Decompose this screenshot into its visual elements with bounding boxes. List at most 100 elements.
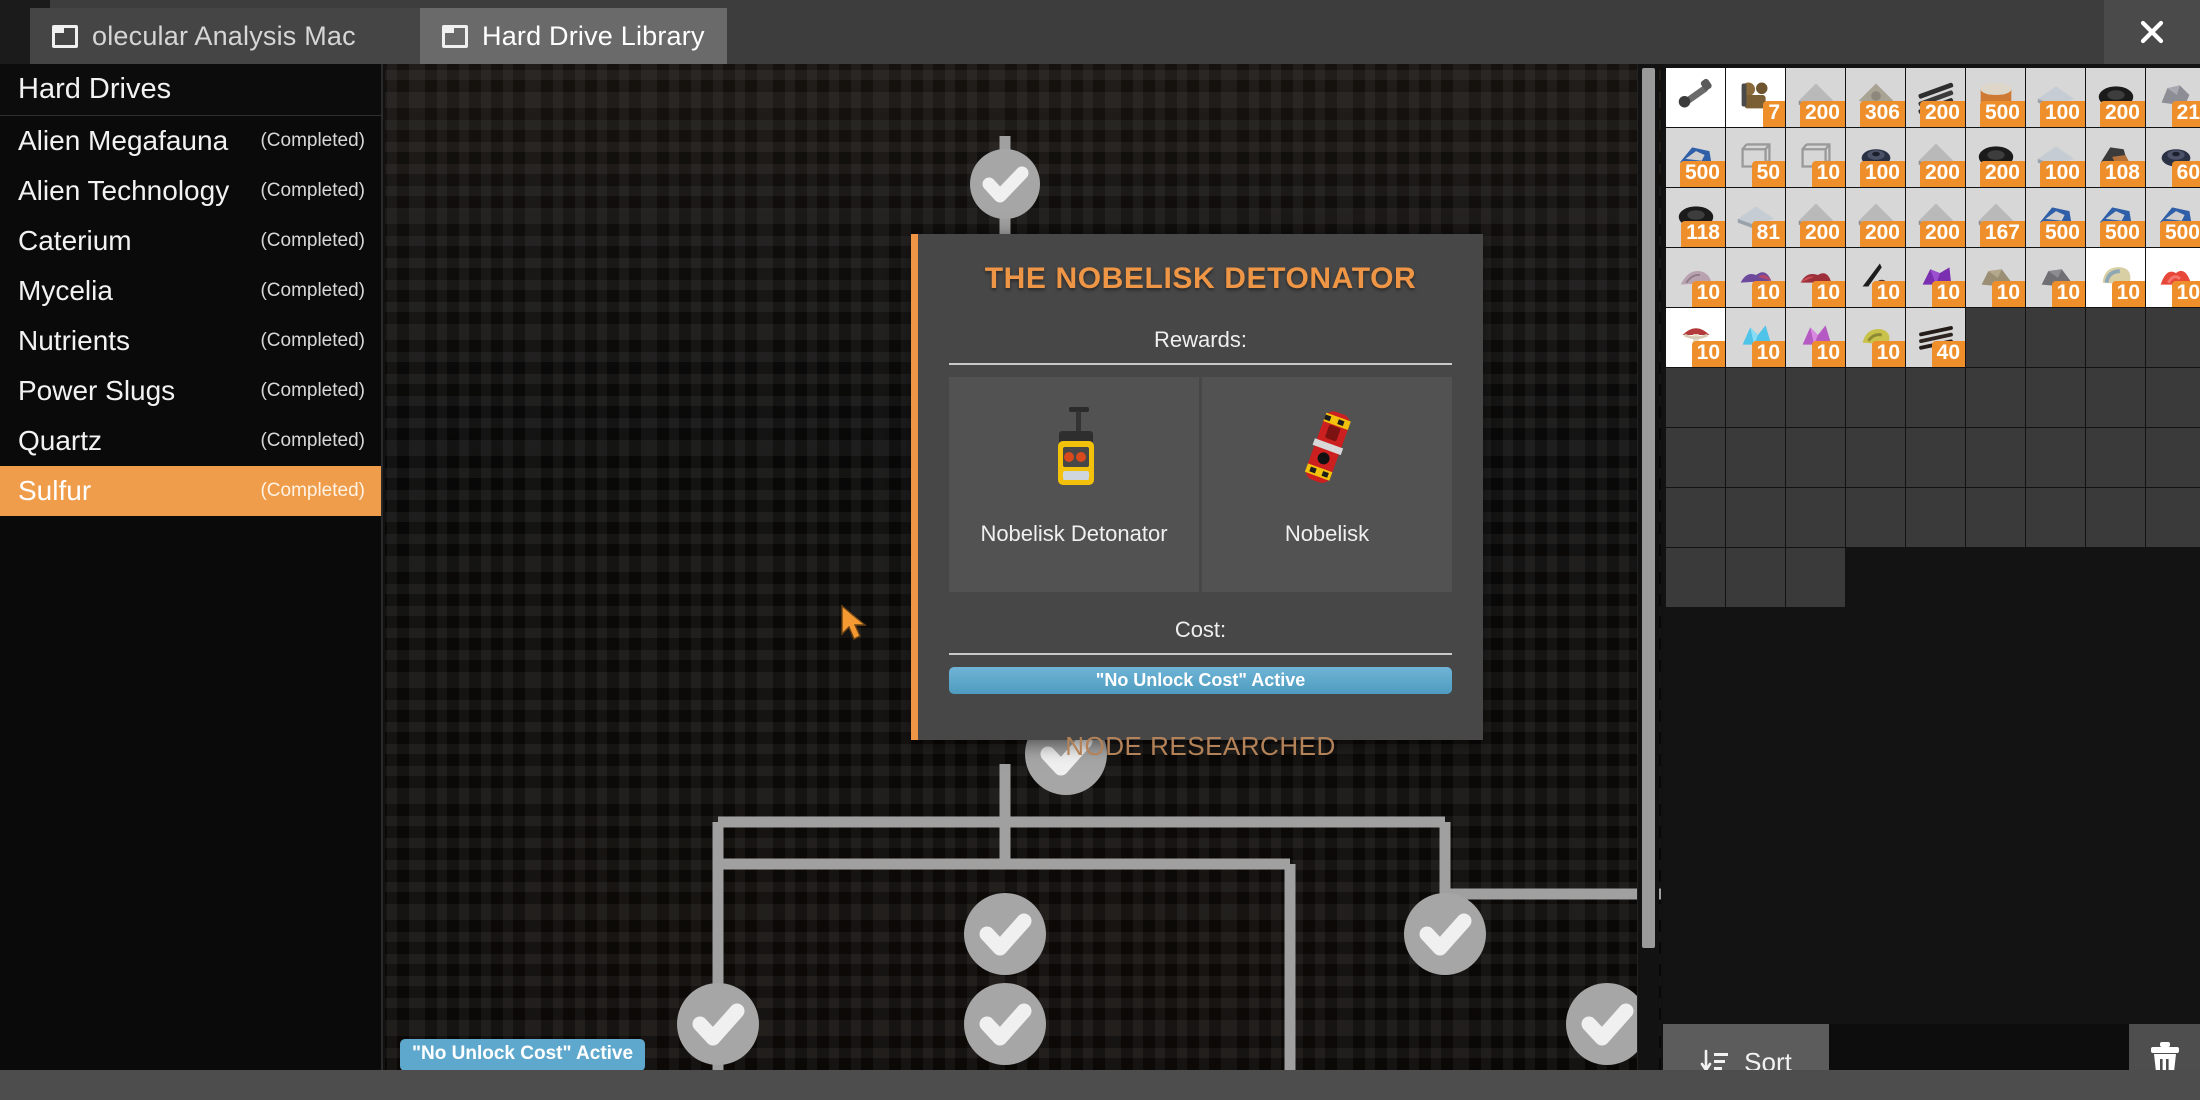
inventory-slot-empty[interactable]: [2026, 488, 2085, 547]
inventory-slot-empty[interactable]: [1966, 368, 2025, 427]
inventory-slot-empty[interactable]: [1786, 548, 1845, 607]
inventory-slot-empty[interactable]: [2086, 488, 2145, 547]
sidebar-item-power-slugs[interactable]: Power Slugs (Completed): [0, 366, 381, 416]
inventory-slot[interactable]: 200: [1966, 128, 2025, 187]
inventory-slot[interactable]: 10: [2086, 248, 2145, 307]
scrollbar-thumb[interactable]: [1642, 68, 1655, 948]
inventory-slot-count: 10: [1811, 160, 1845, 187]
inventory-slot-empty[interactable]: [1906, 488, 1965, 547]
inventory-slot[interactable]: 10: [1906, 248, 1965, 307]
inventory-slot[interactable]: 200: [1786, 68, 1845, 127]
inventory-slot-empty[interactable]: [1846, 488, 1905, 547]
inventory-slot[interactable]: 10: [1846, 248, 1905, 307]
inventory-grid[interactable]: 7 200 306 200 500 100 200 21 500 50 10 100 200 200 100…: [1666, 68, 2200, 607]
inventory-slot[interactable]: 500: [2146, 188, 2200, 247]
inventory-slot[interactable]: [1666, 68, 1725, 127]
inventory-slot[interactable]: 10: [1786, 248, 1845, 307]
inventory-slot-empty[interactable]: [2086, 368, 2145, 427]
inventory-slot[interactable]: 10: [2026, 248, 2085, 307]
inventory-slot-empty[interactable]: [1966, 428, 2025, 487]
inventory-slot[interactable]: 60: [2146, 128, 2200, 187]
inventory-slot[interactable]: 500: [1966, 68, 2025, 127]
sidebar-item-caterium[interactable]: Caterium (Completed): [0, 216, 381, 266]
inventory-slot[interactable]: 200: [1906, 68, 1965, 127]
inventory-slot-empty[interactable]: [2146, 368, 2200, 427]
inventory-slot-empty[interactable]: [2146, 488, 2200, 547]
inventory-slot[interactable]: 10: [1726, 248, 1785, 307]
inventory-slot-empty[interactable]: [1906, 428, 1965, 487]
sidebar-item-quartz[interactable]: Quartz (Completed): [0, 416, 381, 466]
inventory-slot-empty[interactable]: [1966, 488, 2025, 547]
inventory-slot-empty[interactable]: [2026, 428, 2085, 487]
inventory-slot-empty[interactable]: [1666, 428, 1725, 487]
inventory-slot[interactable]: 118: [1666, 188, 1725, 247]
tech-node-popup: THE NOBELISK DETONATOR Rewards: Nobelisk…: [911, 234, 1483, 761]
sidebar-item-status: (Completed): [260, 280, 365, 301]
bottom-strip: [0, 1070, 2200, 1100]
inventory-slot-empty[interactable]: [1786, 428, 1845, 487]
inventory-slot[interactable]: 167: [1966, 188, 2025, 247]
inventory-slot[interactable]: 200: [1846, 188, 1905, 247]
inventory-slot[interactable]: 100: [2026, 128, 2085, 187]
inventory-slot-empty[interactable]: [1666, 368, 1725, 427]
inventory-slot[interactable]: 200: [1786, 188, 1845, 247]
inventory-slot[interactable]: 100: [1846, 128, 1905, 187]
inventory-slot[interactable]: 10: [1666, 248, 1725, 307]
inventory-slot-empty[interactable]: [2026, 368, 2085, 427]
inventory-slot[interactable]: 200: [1906, 128, 1965, 187]
inventory-slot-empty[interactable]: [2086, 428, 2145, 487]
inventory-slot-empty[interactable]: [1786, 368, 1845, 427]
inventory-slot-empty[interactable]: [1666, 488, 1725, 547]
tech-tree-scrollbar[interactable]: [1637, 64, 1659, 1071]
reward-item[interactable]: Nobelisk Detonator: [949, 377, 1199, 592]
inventory-slot[interactable]: 500: [1666, 128, 1725, 187]
sidebar-item-sulfur[interactable]: Sulfur (Completed): [0, 466, 381, 516]
inventory-slot-empty[interactable]: [1966, 308, 2025, 367]
inventory-slot-empty[interactable]: [1726, 428, 1785, 487]
inventory-slot[interactable]: 10: [1786, 308, 1845, 367]
sidebar-item-nutrients[interactable]: Nutrients (Completed): [0, 316, 381, 366]
inventory-slot-count: 40: [1931, 340, 1965, 367]
sidebar-item-status: (Completed): [260, 330, 365, 351]
inventory-slot-empty[interactable]: [1846, 428, 1905, 487]
inventory-slot[interactable]: 10: [1846, 308, 1905, 367]
inventory-slot-empty[interactable]: [1786, 488, 1845, 547]
inventory-slot[interactable]: 10: [1966, 248, 2025, 307]
inventory-slot-count: 10: [1871, 280, 1905, 307]
inventory-slot[interactable]: 21: [2146, 68, 2200, 127]
inventory-slot[interactable]: 200: [1906, 188, 1965, 247]
inventory-slot-empty[interactable]: [2086, 308, 2145, 367]
tab-molecular-analysis-machine[interactable]: olecular Analysis Mac: [30, 8, 420, 64]
inventory-slot[interactable]: 108: [2086, 128, 2145, 187]
inventory-slot-empty[interactable]: [1846, 368, 1905, 427]
inventory-slot-count: 10: [1751, 280, 1785, 307]
inventory-slot-empty[interactable]: [1666, 548, 1725, 607]
tab-hard-drive-library[interactable]: Hard Drive Library: [420, 8, 727, 64]
inventory-slot[interactable]: 10: [1786, 128, 1845, 187]
inventory-slot[interactable]: 50: [1726, 128, 1785, 187]
inventory-slot[interactable]: 10: [1666, 308, 1725, 367]
sidebar-item-alien-technology[interactable]: Alien Technology (Completed): [0, 166, 381, 216]
inventory-slot-empty[interactable]: [1726, 548, 1785, 607]
close-icon[interactable]: [2104, 0, 2200, 64]
inventory-slot-empty[interactable]: [2146, 308, 2200, 367]
inventory-slot[interactable]: 200: [2086, 68, 2145, 127]
inventory-slot[interactable]: 10: [1726, 308, 1785, 367]
inventory-slot-empty[interactable]: [1726, 368, 1785, 427]
sidebar-item-alien-megafauna[interactable]: Alien Megafauna (Completed): [0, 116, 381, 166]
inventory-slot-empty[interactable]: [2146, 428, 2200, 487]
inventory-slot[interactable]: 500: [2086, 188, 2145, 247]
inventory-slot[interactable]: 500: [2026, 188, 2085, 247]
inventory-slot[interactable]: 7: [1726, 68, 1785, 127]
inventory-slot[interactable]: 306: [1846, 68, 1905, 127]
inventory-slot[interactable]: 81: [1726, 188, 1785, 247]
rewards-list: Nobelisk Detonator Nobelisk: [949, 377, 1452, 592]
sidebar-item-mycelia[interactable]: Mycelia (Completed): [0, 266, 381, 316]
inventory-slot[interactable]: 40: [1906, 308, 1965, 367]
inventory-slot[interactable]: 10: [2146, 248, 2200, 307]
inventory-slot-empty[interactable]: [1906, 368, 1965, 427]
reward-item[interactable]: Nobelisk: [1202, 377, 1452, 592]
inventory-slot-empty[interactable]: [1726, 488, 1785, 547]
inventory-slot[interactable]: 100: [2026, 68, 2085, 127]
inventory-slot-empty[interactable]: [2026, 308, 2085, 367]
